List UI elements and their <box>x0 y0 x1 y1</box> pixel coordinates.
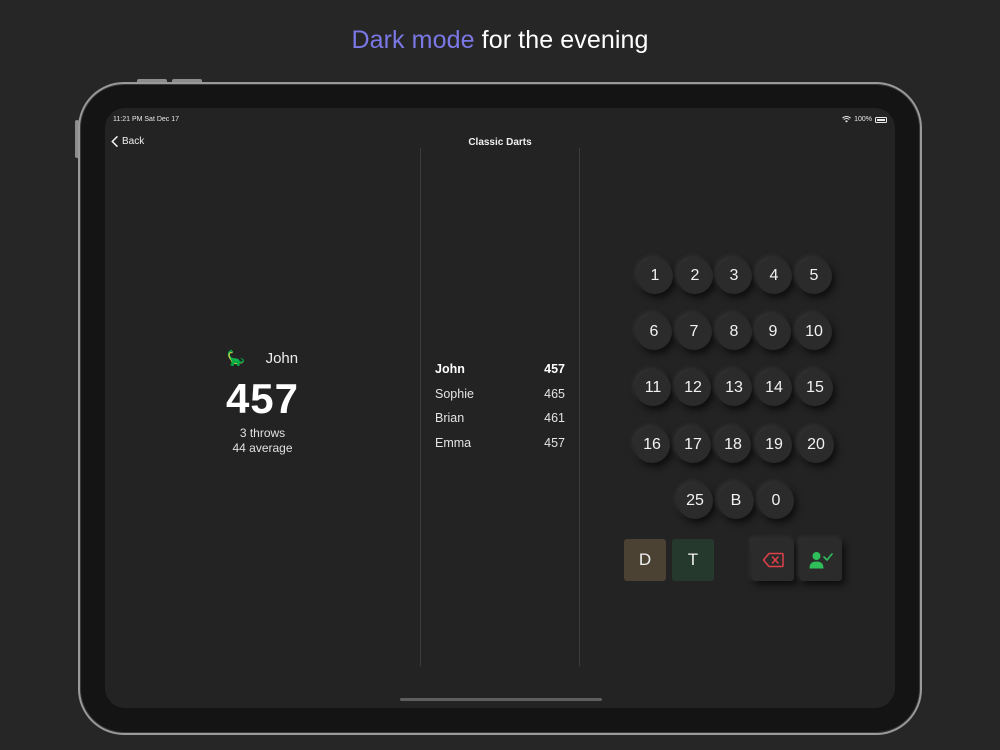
key-11[interactable]: 11 <box>635 370 671 406</box>
status-bar: 11:21 PM Sat Dec 17 100% <box>113 116 887 128</box>
player-name: Brian <box>435 411 465 425</box>
page-title: Classic Darts <box>468 137 532 148</box>
average-score: 44 average <box>232 441 293 455</box>
promo-headline: Dark mode for the evening <box>0 26 1000 55</box>
wifi-icon <box>842 116 851 123</box>
column-divider <box>420 148 421 666</box>
battery-icon <box>875 116 887 123</box>
key-4[interactable]: 4 <box>756 258 792 294</box>
key-19[interactable]: 19 <box>756 427 792 463</box>
key-5[interactable]: 5 <box>796 258 832 294</box>
key-8[interactable]: 8 <box>716 314 752 350</box>
throws-count: 3 throws <box>239 426 286 440</box>
player-avatar: 🦕 <box>226 350 246 367</box>
key-13[interactable]: 13 <box>716 370 752 406</box>
player-name: Sophie <box>435 386 474 401</box>
scoreboard-row: Brian 461 <box>435 411 565 436</box>
current-player-panel: 🦕 John 457 3 throws 44 average <box>105 348 420 456</box>
key-14[interactable]: 14 <box>756 370 792 406</box>
delete-button[interactable] <box>752 539 794 581</box>
scoreboard-row: Emma 457 <box>435 436 565 461</box>
scoreboard: John 457 Sophie 465 Brian 461 Emma 457 <box>435 362 565 460</box>
current-player-name: John <box>265 349 299 367</box>
user-check-icon <box>809 552 833 569</box>
backspace-icon <box>762 552 784 568</box>
player-name: Emma <box>435 435 472 450</box>
key-25[interactable]: 25 <box>677 483 713 519</box>
player-score: 461 <box>544 411 565 425</box>
key-3[interactable]: 3 <box>716 258 752 294</box>
key-12[interactable]: 12 <box>675 370 711 406</box>
key-7[interactable]: 7 <box>676 314 712 350</box>
key-2[interactable]: 2 <box>677 258 713 294</box>
key-16[interactable]: 16 <box>634 427 670 463</box>
column-divider <box>579 148 580 666</box>
player-score: 465 <box>544 386 565 401</box>
scoreboard-row: John 457 <box>435 362 565 387</box>
key-17[interactable]: 17 <box>675 427 711 463</box>
key-9[interactable]: 9 <box>755 314 791 350</box>
navigation-bar: Back Classic Darts <box>105 134 895 150</box>
promo-headline-accent: Dark mode <box>351 26 475 54</box>
key-10[interactable]: 10 <box>796 314 832 350</box>
battery-percent: 100% <box>854 116 872 123</box>
home-indicator[interactable] <box>400 698 602 701</box>
player-score: 457 <box>544 362 565 376</box>
confirm-turn-button[interactable] <box>800 539 842 581</box>
key-bull[interactable]: B <box>718 483 754 519</box>
scoreboard-row: Sophie 465 <box>435 387 565 412</box>
player-score: 457 <box>544 435 565 450</box>
double-button[interactable]: D <box>624 539 666 581</box>
key-1[interactable]: 1 <box>637 258 673 294</box>
promo-headline-rest: for the evening <box>474 26 649 54</box>
triple-button[interactable]: T <box>672 539 714 581</box>
key-15[interactable]: 15 <box>797 370 833 406</box>
key-18[interactable]: 18 <box>715 427 751 463</box>
current-player-score: 457 <box>225 375 300 422</box>
key-6[interactable]: 6 <box>636 314 672 350</box>
key-20[interactable]: 20 <box>798 427 834 463</box>
status-time: 11:21 PM Sat Dec 17 <box>113 116 180 123</box>
player-name: John <box>435 362 465 376</box>
app-screen: 11:21 PM Sat Dec 17 100% Back Classic Da… <box>105 108 895 708</box>
key-0[interactable]: 0 <box>758 483 794 519</box>
